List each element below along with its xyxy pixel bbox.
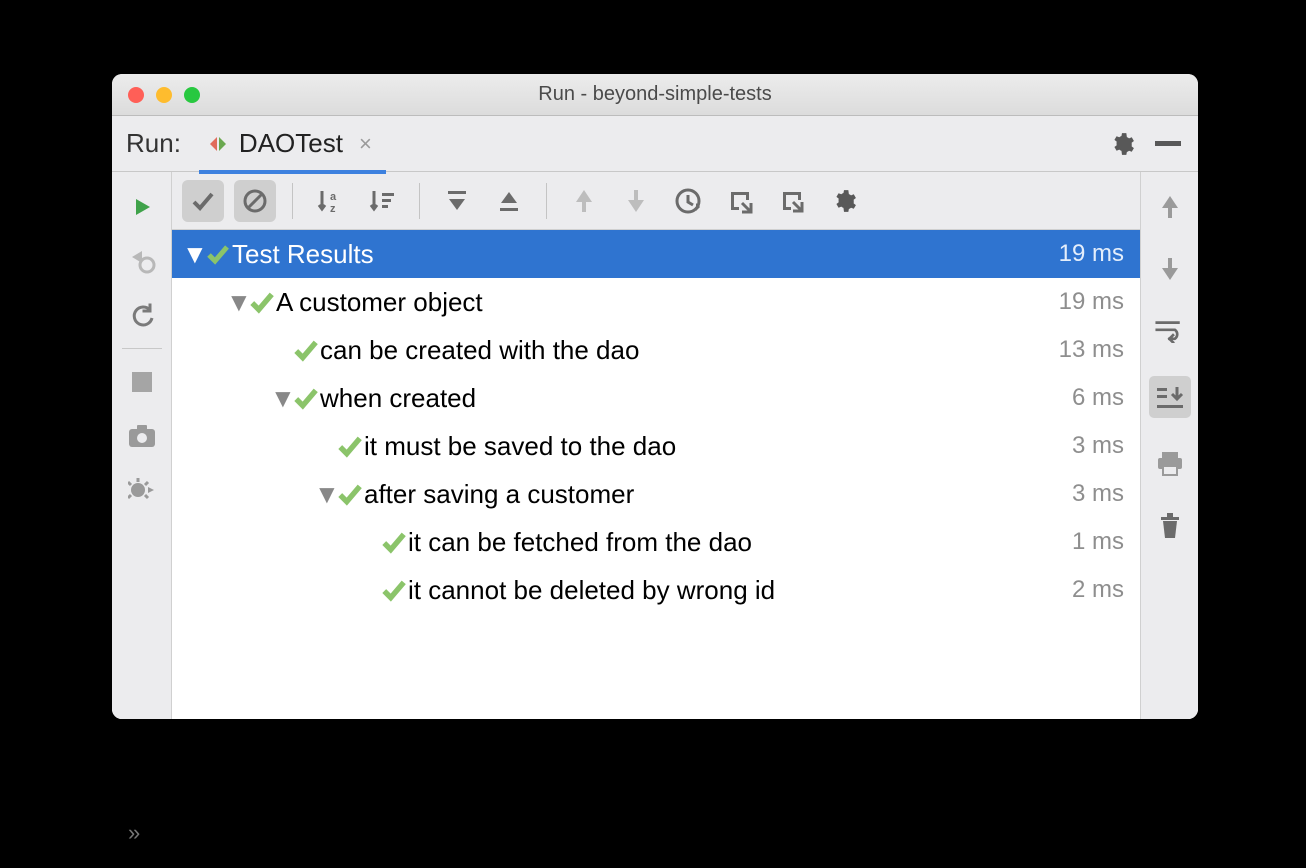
- pass-icon: [380, 529, 408, 555]
- tree-row-label: it can be fetched from the dao: [408, 527, 1072, 558]
- toggle-auto-test-button[interactable]: [112, 288, 172, 342]
- export-tests-button[interactable]: [771, 180, 813, 222]
- settings-button[interactable]: [1106, 128, 1138, 160]
- tree-root-label: Test Results: [232, 239, 1059, 270]
- tree-row[interactable]: ▼ when created6 ms: [172, 374, 1140, 422]
- rerun-failed-button[interactable]: [112, 234, 172, 288]
- pass-icon: [380, 577, 408, 603]
- soft-wrap-button[interactable]: [1153, 314, 1187, 348]
- collapse-all-button[interactable]: [488, 180, 530, 222]
- pass-icon: [292, 385, 320, 411]
- tree-row-label: after saving a customer: [364, 479, 1072, 510]
- panel-body: az: [112, 172, 1198, 719]
- expand-icon[interactable]: ▼: [182, 239, 204, 270]
- prev-failed-button[interactable]: [563, 180, 605, 222]
- debug-dump-button[interactable]: [112, 463, 172, 517]
- hide-button[interactable]: [1152, 128, 1184, 160]
- tab-row: Run: DAOTest ×: [112, 116, 1198, 172]
- sort-alpha-button[interactable]: az: [309, 180, 351, 222]
- screenshot-button[interactable]: [112, 409, 172, 463]
- scroll-down-button[interactable]: [1153, 252, 1187, 286]
- close-tab-icon[interactable]: ×: [359, 131, 372, 157]
- scroll-up-button[interactable]: [1153, 190, 1187, 224]
- tree-row-label: can be created with the dao: [320, 335, 1059, 366]
- expand-handle-icon[interactable]: »: [128, 820, 140, 846]
- show-ignored-button[interactable]: [234, 180, 276, 222]
- expand-icon[interactable]: ▼: [226, 287, 248, 318]
- test-history-button[interactable]: [667, 180, 709, 222]
- tree-row[interactable]: it can be fetched from the dao1 ms: [172, 518, 1140, 566]
- tree-row[interactable]: can be created with the dao13 ms: [172, 326, 1140, 374]
- tree-row-label: it must be saved to the dao: [364, 431, 1072, 462]
- svg-text:a: a: [330, 191, 337, 203]
- run-tool-window: Run - beyond-simple-tests Run: DAOTest ×: [112, 74, 1198, 719]
- pass-icon: [248, 289, 276, 315]
- print-button[interactable]: [1153, 446, 1187, 480]
- tree-row[interactable]: it must be saved to the dao3 ms: [172, 422, 1140, 470]
- tree-row-label: A customer object: [276, 287, 1059, 318]
- tree-root-row[interactable]: ▼ Test Results 19 ms: [172, 230, 1140, 278]
- tab-label: DAOTest: [239, 128, 343, 159]
- test-settings-button[interactable]: [823, 180, 865, 222]
- tree-row-time: 2 ms: [1072, 576, 1124, 604]
- main-area: az: [172, 172, 1140, 719]
- sort-duration-button[interactable]: [361, 180, 403, 222]
- expand-all-button[interactable]: [436, 180, 478, 222]
- run-button[interactable]: [112, 180, 172, 234]
- right-gutter: [1140, 172, 1198, 719]
- scroll-to-end-button[interactable]: [1149, 376, 1191, 418]
- tree-row[interactable]: it cannot be deleted by wrong id2 ms: [172, 566, 1140, 614]
- titlebar: Run - beyond-simple-tests: [112, 74, 1198, 116]
- pass-icon: [292, 337, 320, 363]
- pass-icon: [204, 242, 232, 266]
- import-tests-button[interactable]: [719, 180, 761, 222]
- window-title: Run - beyond-simple-tests: [112, 83, 1198, 106]
- svg-text:z: z: [330, 203, 336, 215]
- tree-row[interactable]: ▼ after saving a customer3 ms: [172, 470, 1140, 518]
- test-tree[interactable]: ▼ Test Results 19 ms ▼A customer object1…: [172, 230, 1140, 719]
- tree-row[interactable]: ▼ A customer object19 ms: [172, 278, 1140, 326]
- tree-row-time: 3 ms: [1072, 480, 1124, 508]
- show-passed-button[interactable]: [182, 180, 224, 222]
- tree-row-label: it cannot be deleted by wrong id: [408, 575, 1072, 606]
- tree-row-time: 1 ms: [1072, 528, 1124, 556]
- left-gutter: [112, 172, 172, 719]
- next-failed-button[interactable]: [615, 180, 657, 222]
- tree-row-label: when created: [320, 383, 1072, 414]
- expand-icon[interactable]: ▼: [314, 479, 336, 510]
- tree-row-time: 19 ms: [1059, 288, 1124, 316]
- clear-button[interactable]: [1153, 508, 1187, 542]
- stop-button[interactable]: [112, 355, 172, 409]
- pass-icon: [336, 433, 364, 459]
- tree-row-time: 3 ms: [1072, 432, 1124, 460]
- pass-icon: [336, 481, 364, 507]
- test-toolbar: az: [172, 172, 1140, 230]
- run-config-tab[interactable]: DAOTest ×: [199, 118, 386, 174]
- tree-row-time: 6 ms: [1072, 384, 1124, 412]
- tree-root-time: 19 ms: [1059, 240, 1124, 268]
- expand-icon[interactable]: ▼: [270, 383, 292, 414]
- run-label: Run:: [126, 128, 181, 159]
- test-config-icon: [207, 133, 229, 155]
- tree-row-time: 13 ms: [1059, 336, 1124, 364]
